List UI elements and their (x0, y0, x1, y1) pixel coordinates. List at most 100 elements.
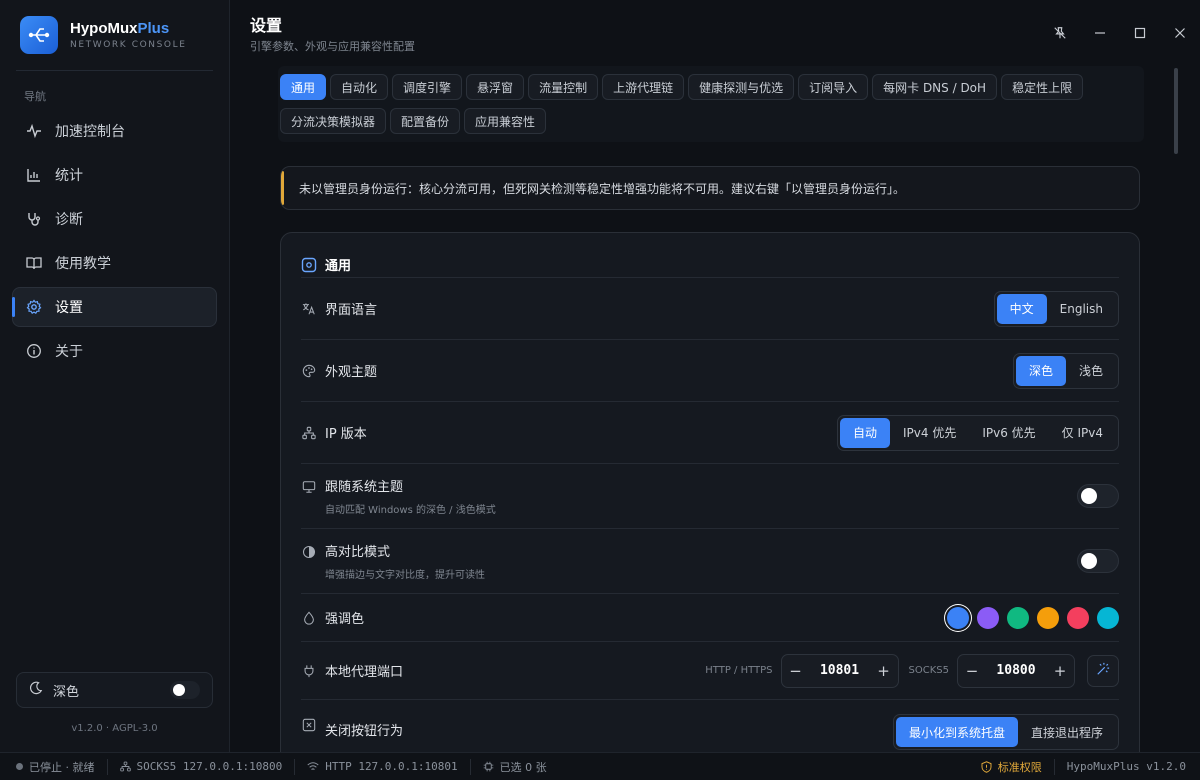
tab-automation[interactable]: 自动化 (330, 74, 389, 100)
sidebar-item-label: 设置 (55, 300, 83, 316)
socks-port-value[interactable]: 10800 (986, 663, 1046, 678)
version-text: v1.2.0 · AGPL-3.0 (71, 723, 158, 734)
tab-stability-limit[interactable]: 稳定性上限 (1001, 74, 1084, 100)
network-icon (301, 426, 317, 440)
ip-option-ipv4-pref[interactable]: IPv4 优先 (890, 418, 969, 448)
sidebar: HypoMuxPlus NETWORK CONSOLE 导航 加速控制台 统计 … (0, 0, 230, 752)
maximize-button[interactable] (1120, 20, 1160, 46)
high-contrast-row: 高对比模式 增强描边与文字对比度，提升可读性 (301, 528, 1119, 593)
ip-option-auto[interactable]: 自动 (840, 417, 891, 448)
socks-port-increment[interactable]: + (1046, 662, 1074, 680)
ip-version-selector: 自动 IPv4 优先 IPv6 优先 仅 IPv4 (837, 414, 1119, 451)
tab-health-probe[interactable]: 健康探测与优选 (688, 74, 795, 100)
gear-icon (25, 298, 43, 316)
tab-routing-simulator[interactable]: 分流决策模拟器 (280, 108, 387, 134)
theme-label: 深色 (53, 684, 80, 700)
http-port-value[interactable]: 10801 (810, 663, 870, 678)
sidebar-item-label: 使用教学 (55, 256, 111, 272)
proxy-port-label: 本地代理端口 (325, 665, 404, 680)
tab-config-backup[interactable]: 配置备份 (390, 108, 461, 134)
tab-general[interactable]: 通用 (280, 74, 327, 100)
close-behavior-row: 关闭按钮行为 最小化到系统托盘 直接退出程序 (301, 699, 1119, 752)
engine-status: 已停止 · 就绪 (0, 759, 107, 775)
book-icon (25, 254, 43, 272)
sidebar-item-label: 诊断 (55, 212, 83, 228)
plug-icon (301, 664, 317, 678)
close-option-exit[interactable]: 直接退出程序 (1018, 717, 1116, 747)
app-version: HypoMuxPlus v1.2.0 (1053, 758, 1200, 775)
settings-scroll-area[interactable]: 通用 自动化 调度引擎 悬浮窗 流量控制 上游代理链 健康探测与优选 订阅导入 … (230, 62, 1200, 752)
moon-icon (29, 681, 43, 699)
close-behavior-selector: 最小化到系统托盘 直接退出程序 (892, 714, 1119, 750)
tab-subscription[interactable]: 订阅导入 (798, 74, 869, 100)
magic-wand-icon (1096, 662, 1110, 680)
accent-swatch-green[interactable] (1007, 606, 1029, 629)
accent-swatch-cyan[interactable] (1097, 606, 1119, 629)
sidebar-item-settings[interactable]: 设置 (12, 287, 217, 327)
theme-option-dark[interactable]: 深色 (1015, 355, 1066, 386)
close-option-tray[interactable]: 最小化到系统托盘 (895, 717, 1018, 747)
socks-network-icon (119, 761, 131, 772)
sidebar-item-tutorial[interactable]: 使用教学 (12, 243, 217, 283)
follow-system-row: 跟随系统主题 自动匹配 Windows 的深色 / 浅色模式 (301, 463, 1119, 528)
sidebar-item-label: 关于 (55, 344, 83, 360)
chip-icon (483, 761, 494, 772)
socks-port-label: SOCKS5 (908, 665, 949, 676)
tab-traffic-control[interactable]: 流量控制 (528, 74, 599, 100)
ip-option-ipv6-pref[interactable]: IPv6 优先 (969, 418, 1048, 448)
tab-scheduler[interactable]: 调度引擎 (392, 74, 463, 100)
status-bar: 已停止 · 就绪 SOCKS5 127.0.0.1:10800 HTTP 127… (0, 752, 1200, 780)
close-button[interactable] (1160, 20, 1200, 46)
sidebar-item-about[interactable]: 关于 (12, 331, 217, 371)
accent-color-row: 强调色 (301, 593, 1119, 641)
sidebar-item-diagnostics[interactable]: 诊断 (12, 199, 217, 239)
proxy-port-row: 本地代理端口 HTTP / HTTPS − 10801 + SOCKS5 − 1… (301, 641, 1119, 699)
brand-subtitle: NETWORK CONSOLE (70, 40, 187, 50)
language-option-en[interactable]: English (1047, 294, 1116, 324)
accent-color-label: 强调色 (325, 612, 365, 627)
sidebar-item-stats[interactable]: 统计 (12, 155, 217, 195)
tab-floating-window[interactable]: 悬浮窗 (466, 74, 525, 100)
http-port-decrement[interactable]: − (782, 662, 810, 680)
socks-port-decrement[interactable]: − (958, 662, 986, 680)
minimize-button[interactable] (1080, 20, 1120, 46)
title-bar: 设置 引擎参数、外观与应用兼容性配置 (230, 0, 1200, 62)
ip-option-ipv4-only[interactable]: 仅 IPv4 (1049, 418, 1116, 448)
window-controls (1040, 20, 1200, 46)
monitor-icon (301, 480, 317, 494)
follow-system-desc: 自动匹配 Windows 的深色 / 浅色模式 (325, 505, 496, 516)
wifi-icon (307, 761, 319, 772)
language-option-zh[interactable]: 中文 (996, 293, 1047, 324)
app-logo-icon (20, 16, 58, 54)
shield-icon (981, 760, 992, 773)
tab-app-compat[interactable]: 应用兼容性 (464, 108, 547, 134)
theme-option-light[interactable]: 浅色 (1066, 356, 1116, 386)
auto-port-button[interactable] (1087, 654, 1119, 687)
ip-version-label: IP 版本 (325, 427, 367, 442)
follow-system-toggle[interactable] (1077, 484, 1119, 508)
accent-swatch-orange[interactable] (1037, 606, 1059, 629)
tab-per-nic-dns[interactable]: 每网卡 DNS / DoH (872, 74, 998, 100)
divider (16, 70, 213, 71)
accent-swatch-purple[interactable] (977, 606, 999, 629)
tab-upstream-proxy[interactable]: 上游代理链 (602, 74, 685, 100)
selected-adapters: 已选 0 张 (469, 758, 559, 775)
accent-swatches (939, 606, 1119, 629)
pin-off-icon[interactable] (1040, 20, 1080, 46)
http-endpoint: HTTP 127.0.0.1:10801 (294, 758, 469, 775)
accent-swatch-blue[interactable] (947, 606, 969, 629)
high-contrast-toggle[interactable] (1077, 549, 1119, 573)
high-contrast-label: 高对比模式 (325, 545, 391, 560)
sidebar-item-dashboard[interactable]: 加速控制台 (12, 111, 217, 151)
translate-icon (301, 302, 317, 316)
http-port-increment[interactable]: + (870, 662, 898, 680)
section-heading: 通用 (301, 255, 351, 274)
language-selector: 中文 English (993, 290, 1119, 327)
dark-mode-toggle[interactable] (170, 681, 200, 699)
close-window-icon (301, 718, 317, 732)
brand: HypoMuxPlus NETWORK CONSOLE (0, 0, 229, 70)
page-subtitle: 引擎参数、外观与应用兼容性配置 (250, 40, 415, 53)
scrollbar[interactable] (1174, 68, 1178, 154)
status-dot-icon (16, 763, 23, 770)
accent-swatch-red[interactable] (1067, 606, 1089, 629)
